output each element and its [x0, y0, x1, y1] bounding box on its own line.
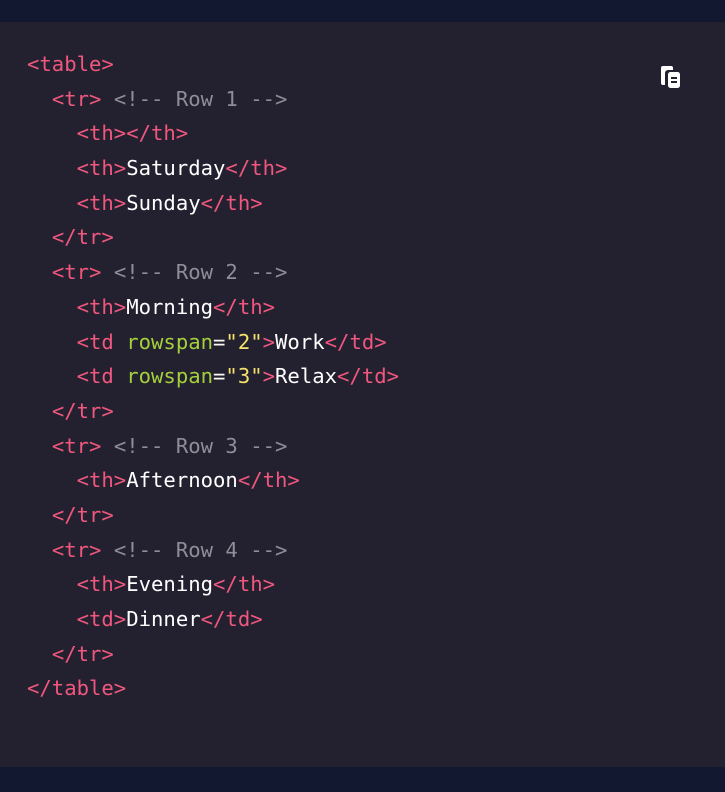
- code-line: <th>Sunday</th>: [27, 186, 399, 221]
- code-line: <tr> <!-- Row 1 -->: [27, 82, 399, 117]
- code-line: </tr>: [27, 498, 399, 533]
- code-tag: <th>: [76, 156, 127, 181]
- code-tag: <th></th>: [76, 121, 189, 146]
- code-text: Dinner: [126, 607, 201, 631]
- code-tag: </td>: [200, 607, 263, 631]
- code-punctuation: [101, 538, 113, 562]
- code-tag: <th>: [76, 572, 127, 597]
- code-tag: </tr>: [51, 502, 114, 527]
- clipboard-copy-icon: [658, 62, 688, 97]
- code-tag: <td: [76, 329, 127, 354]
- code-text: Work: [275, 329, 325, 354]
- code-tag: </th>: [200, 190, 263, 215]
- code-text: Sunday: [126, 190, 201, 215]
- code-tag: <tr>: [51, 260, 102, 285]
- code-tag: </td>: [324, 329, 387, 354]
- code-string: "3": [225, 364, 263, 389]
- code-punctuation: [101, 434, 113, 458]
- code-attribute: rowspan: [126, 364, 214, 389]
- code-line: <th>Morning</th>: [27, 290, 399, 325]
- code-comment: <!-- Row 1 -->: [113, 86, 288, 111]
- code-line: <tr> <!-- Row 2 -->: [27, 255, 399, 290]
- code-text: Morning: [126, 294, 214, 319]
- code-line: <table>: [27, 47, 399, 82]
- code-tag: </th>: [213, 294, 276, 319]
- code-comment: <!-- Row 3 -->: [113, 433, 288, 458]
- code-string: "2": [225, 329, 263, 354]
- code-tag: </th>: [237, 468, 300, 493]
- code-line: <td rowspan="3">Relax</td>: [27, 359, 399, 394]
- code-tag: <td>: [76, 607, 127, 631]
- code-tag: </td>: [337, 364, 400, 389]
- code-tag: <th>: [76, 294, 127, 319]
- code-line: <th>Evening</th>: [27, 567, 399, 602]
- code-tag: <th>: [76, 468, 127, 493]
- code-line: <th>Afternoon</th>: [27, 463, 399, 498]
- code-line: </tr>: [27, 220, 399, 255]
- code-text: Saturday: [126, 156, 226, 181]
- code-tag: <tr>: [51, 433, 102, 458]
- code-text: Afternoon: [126, 468, 238, 493]
- code-tag: <th>: [76, 190, 127, 215]
- code-line: <th>Saturday</th>: [27, 151, 399, 186]
- code-tag: </tr>: [51, 225, 114, 250]
- code-tag: </table>: [27, 676, 127, 701]
- code-line: </tr>: [27, 637, 399, 672]
- code-tag: </tr>: [51, 641, 114, 666]
- code-comment: <!-- Row 4 -->: [113, 537, 288, 562]
- code-tag: >: [262, 329, 276, 354]
- code-line: <tr> <!-- Row 4 -->: [27, 533, 399, 568]
- code-punctuation: =: [213, 364, 226, 389]
- code-line: <td>Dinner</td>: [27, 602, 399, 637]
- code-punctuation: [101, 87, 113, 111]
- code-tag: >: [262, 364, 276, 389]
- code-comment: <!-- Row 2 -->: [113, 260, 288, 285]
- code-punctuation: =: [213, 329, 226, 354]
- code-line: <th></th>: [27, 116, 399, 151]
- code-line: <tr> <!-- Row 3 -->: [27, 429, 399, 464]
- code-listing: <table> <tr> <!-- Row 1 --> <th></th> <t…: [27, 47, 399, 706]
- code-tag: </th>: [213, 572, 276, 597]
- code-tag: <table>: [27, 52, 114, 76]
- code-tag: </tr>: [51, 398, 114, 423]
- code-tag: </th>: [225, 156, 288, 181]
- code-tag: <td: [76, 364, 127, 389]
- code-text: Evening: [126, 572, 214, 597]
- code-line: </tr>: [27, 394, 399, 429]
- code-block: <table> <tr> <!-- Row 1 --> <th></th> <t…: [0, 22, 725, 767]
- code-line: <td rowspan="2">Work</td>: [27, 325, 399, 360]
- code-text: Relax: [275, 364, 338, 389]
- code-tag: <tr>: [51, 537, 102, 562]
- code-line: </table>: [27, 671, 399, 706]
- code-attribute: rowspan: [126, 329, 214, 354]
- code-tag: <tr>: [51, 86, 102, 111]
- code-punctuation: [101, 260, 113, 284]
- copy-code-button[interactable]: [656, 62, 690, 96]
